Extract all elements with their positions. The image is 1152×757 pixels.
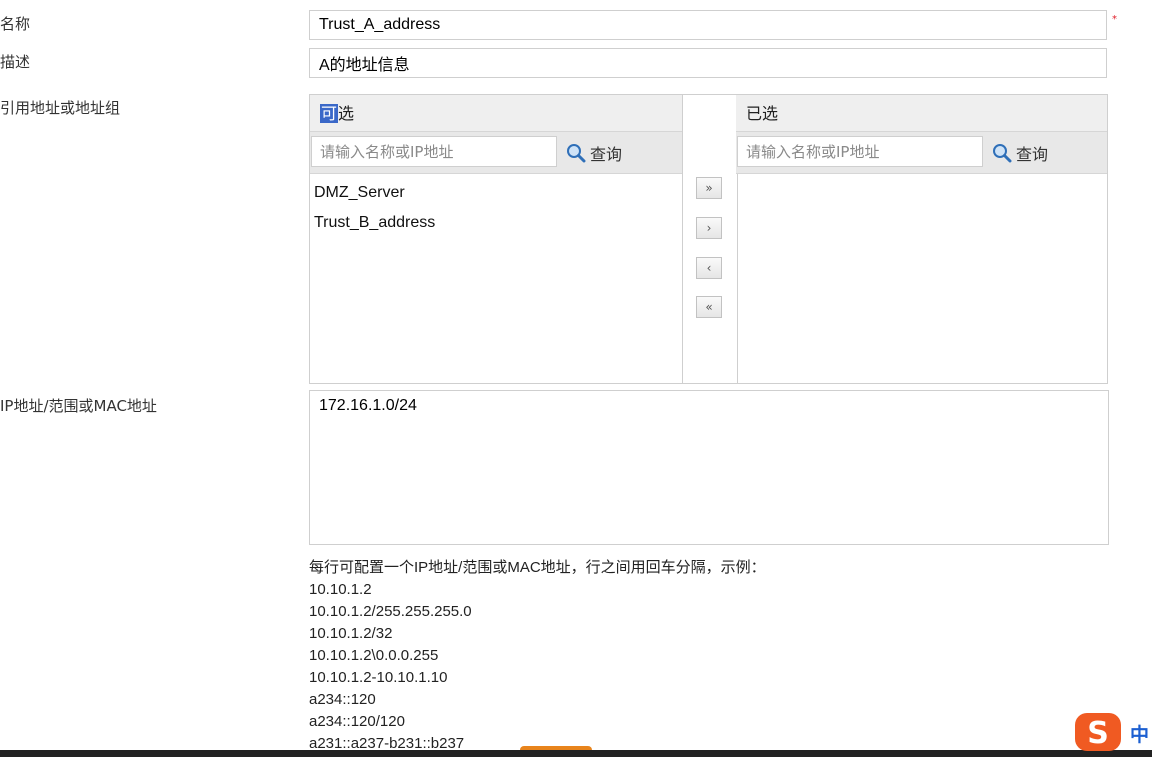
available-pane: 可选 查询 DMZ_Server Trust_B_address — [310, 95, 682, 383]
help-example: 10.10.1.2/32 — [309, 625, 393, 642]
required-mark: * — [1112, 14, 1117, 25]
help-title: 每行可配置一个IP地址/范围或MAC地址，行之间用回车分隔，示例： — [309, 559, 766, 576]
ip-help: 每行可配置一个IP地址/范围或MAC地址，行之间用回车分隔，示例： 10.10.… — [309, 557, 766, 755]
selected-search-label: 查询 — [1016, 145, 1049, 164]
selected-pane: 已选 查询 — [736, 95, 1107, 383]
search-icon — [567, 144, 586, 163]
address-picker: 可选 查询 DMZ_Server Trust_B_address » › ‹ «… — [309, 94, 1108, 384]
ip-textarea[interactable]: 172.16.1.0/24 — [309, 390, 1109, 545]
remove-all-button[interactable]: « — [696, 296, 722, 318]
help-example: a234::120 — [309, 691, 376, 708]
available-search-label: 查询 — [590, 145, 623, 164]
list-item[interactable]: Trust_B_address — [314, 208, 678, 238]
selected-list — [736, 174, 1107, 182]
ip-label: IP地址/范围或MAC地址 — [0, 397, 157, 415]
available-header: 可选 — [310, 95, 682, 132]
help-example: 10.10.1.2-10.10.1.10 — [309, 669, 448, 686]
sogou-logo-icon: S — [1075, 713, 1121, 751]
ime-logo-text: S — [1087, 716, 1109, 751]
help-example: 10.10.1.2/255.255.255.0 — [309, 603, 472, 620]
ime-mode-label: 中 — [1130, 724, 1150, 746]
search-icon — [993, 144, 1012, 163]
remove-button[interactable]: ‹ — [696, 257, 722, 279]
help-example: 10.10.1.2 — [309, 581, 372, 598]
description-input[interactable] — [309, 48, 1107, 78]
reference-label: 引用地址或地址组 — [0, 99, 121, 117]
transfer-buttons: » › ‹ « — [682, 95, 738, 383]
help-example: 10.10.1.2\0.0.0.255 — [309, 647, 439, 664]
selected-search-row: 查询 — [736, 132, 1107, 174]
list-item[interactable]: DMZ_Server — [314, 178, 678, 208]
available-list: DMZ_Server Trust_B_address — [310, 174, 682, 242]
available-search-row: 查询 — [310, 132, 682, 174]
description-label: 描述 — [0, 53, 31, 71]
taskbar — [0, 750, 1152, 757]
available-title-highlight: 可 — [320, 104, 339, 123]
selected-header: 已选 — [736, 95, 1107, 132]
available-title-rest: 选 — [338, 104, 355, 123]
available-search-button[interactable]: 查询 — [566, 141, 622, 165]
name-input[interactable] — [309, 10, 1107, 40]
selected-search-button[interactable]: 查询 — [992, 141, 1048, 165]
help-example: a234::120/120 — [309, 713, 405, 730]
available-search-input[interactable] — [311, 136, 557, 167]
ime-indicator[interactable]: S 中 — [1074, 712, 1152, 752]
selected-search-input[interactable] — [737, 136, 983, 167]
add-button[interactable]: › — [696, 217, 722, 239]
add-all-button[interactable]: » — [696, 177, 722, 199]
name-label: 名称 — [0, 15, 31, 33]
